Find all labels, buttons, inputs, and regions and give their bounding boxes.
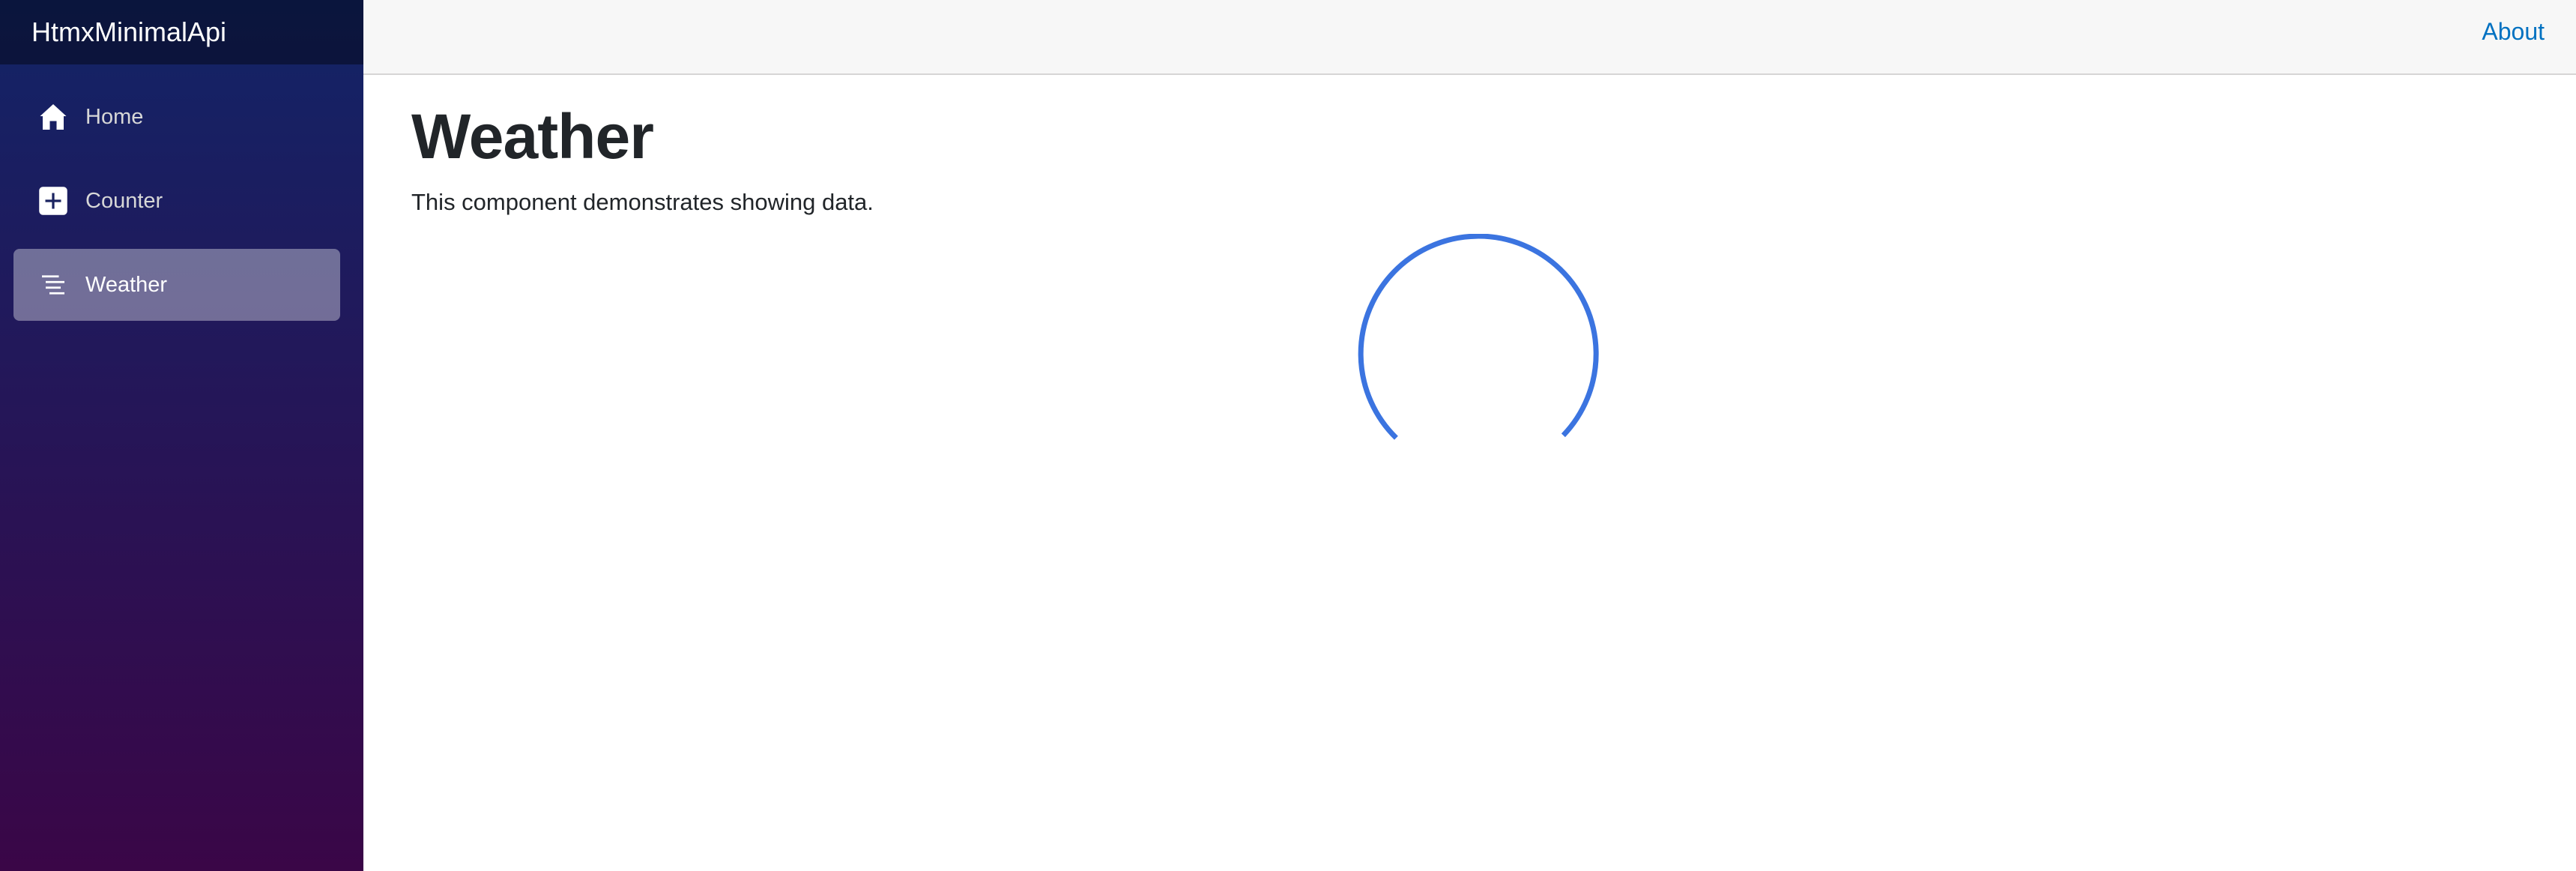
about-link[interactable]: About: [2482, 18, 2545, 46]
main-area: About Weather This component demonstrate…: [363, 0, 2576, 871]
sidebar-item-weather[interactable]: Weather: [13, 249, 340, 321]
app-root: HtmxMinimalApi Home Counter Weather Abou…: [0, 0, 2576, 871]
loading-spinner-icon: [1358, 234, 1599, 440]
home-icon: [37, 101, 69, 133]
brand-bar: HtmxMinimalApi: [0, 0, 363, 64]
sidebar-item-home[interactable]: Home: [13, 81, 340, 153]
plus-square-icon: [37, 185, 69, 217]
sidebar-item-label: Home: [85, 104, 144, 129]
page-content: Weather This component demonstrates show…: [363, 75, 2576, 871]
sidebar: HtmxMinimalApi Home Counter Weather: [0, 0, 363, 871]
sidebar-item-counter[interactable]: Counter: [13, 165, 340, 237]
sidebar-item-label: Weather: [85, 272, 168, 297]
top-row: About: [363, 0, 2576, 75]
page-title: Weather: [411, 101, 654, 172]
sidebar-item-label: Counter: [85, 188, 163, 213]
sidebar-nav: Home Counter Weather: [0, 64, 363, 333]
page-description: This component demonstrates showing data…: [411, 189, 874, 215]
brand-link[interactable]: HtmxMinimalApi: [31, 19, 226, 46]
list-icon: [37, 269, 69, 301]
